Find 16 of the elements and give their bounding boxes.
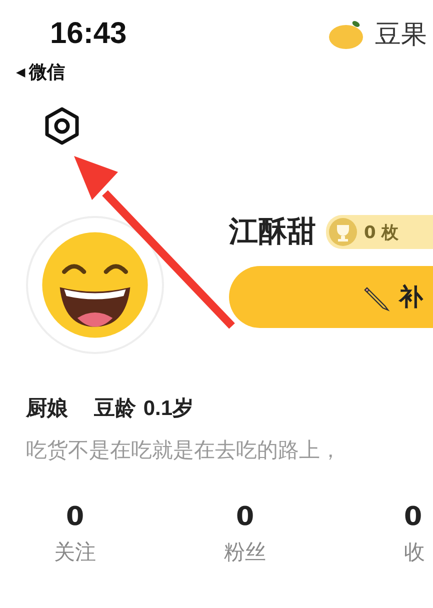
status-time: 16:43	[50, 17, 127, 51]
medal-badge[interactable]: 0 枚	[326, 215, 433, 249]
trophy-icon	[328, 217, 358, 247]
stat-item[interactable]: 0 粉丝	[160, 502, 330, 566]
user-bio: 吃货不是在吃就是在去吃的路上，	[26, 437, 342, 464]
fruit-logo-icon	[329, 19, 365, 49]
user-title: 厨娘	[26, 395, 68, 422]
app-logo-text: 豆果	[375, 18, 427, 52]
account-age: 豆龄 0.1岁	[94, 395, 194, 422]
user-name: 江酥甜	[229, 213, 316, 250]
grinning-face-icon	[40, 230, 150, 340]
stat-item[interactable]: 0 收	[330, 502, 433, 566]
back-link[interactable]: ◀ 微信	[16, 60, 66, 84]
avatar[interactable]	[26, 216, 164, 354]
stat-item[interactable]: 0 关注	[0, 502, 160, 566]
complete-profile-button[interactable]: 补	[229, 266, 433, 328]
